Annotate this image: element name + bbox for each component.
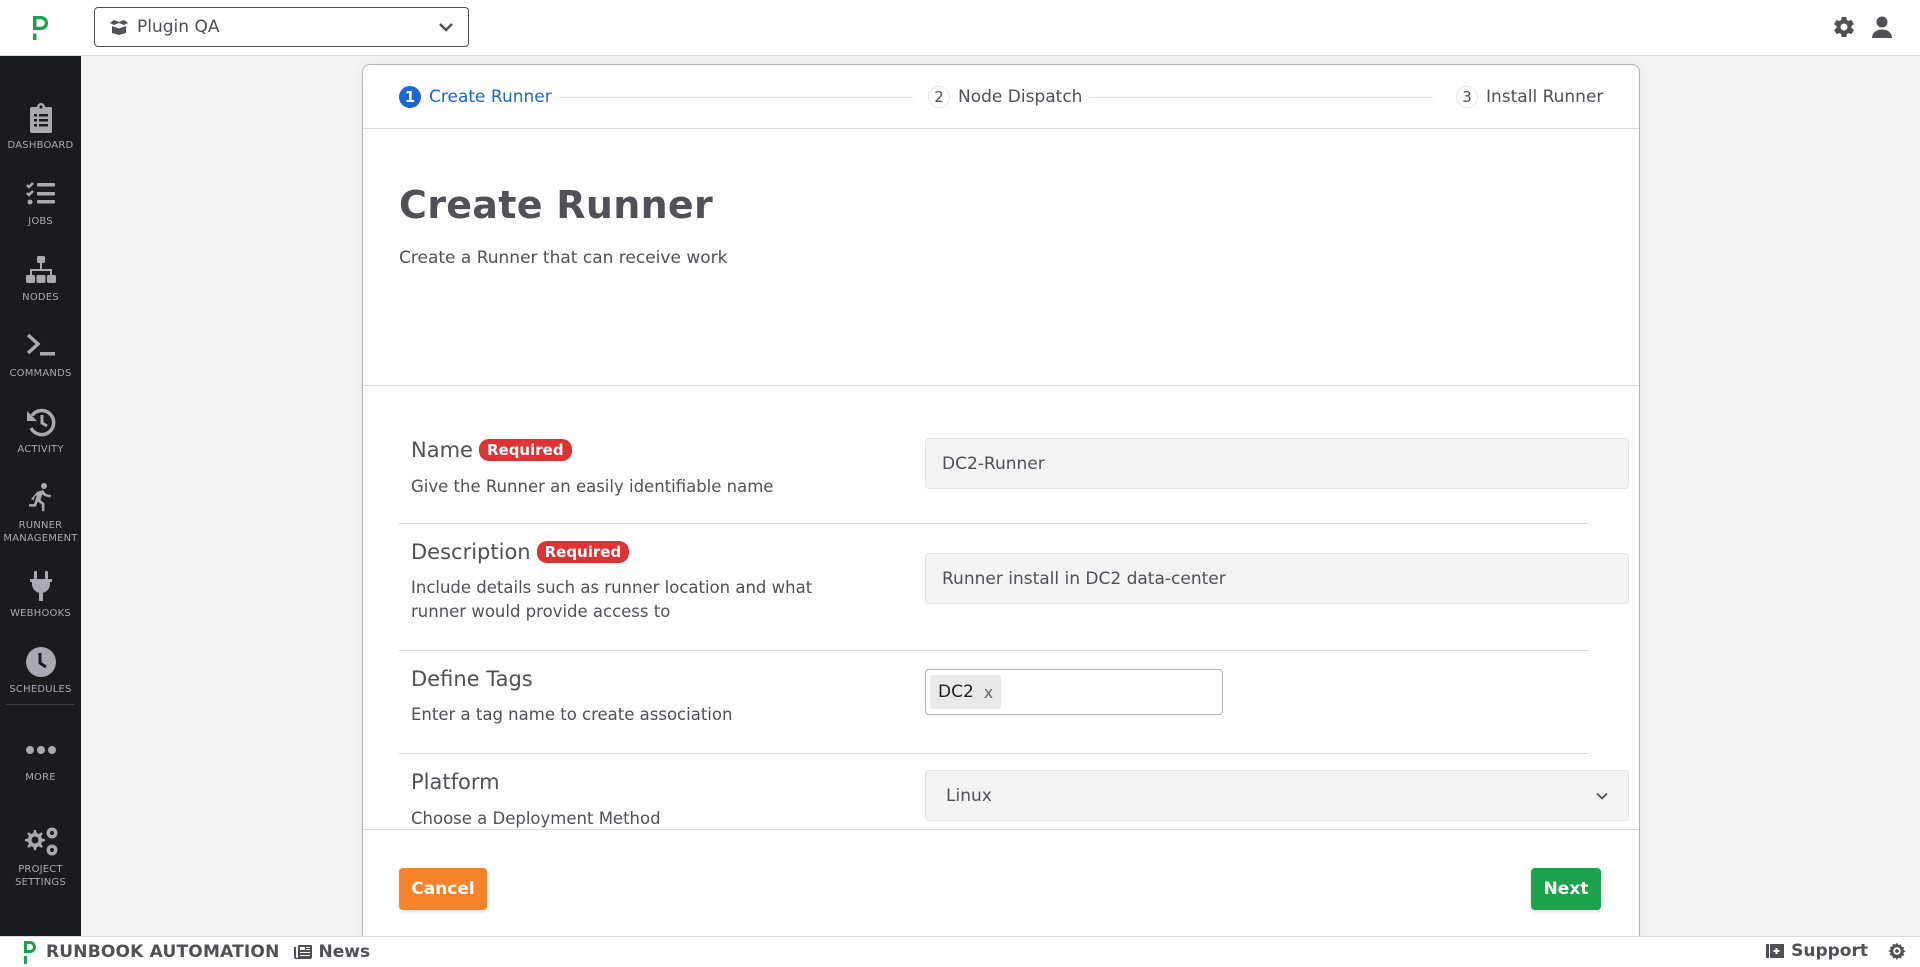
step-create-runner[interactable]: 1 Create Runner <box>399 86 552 108</box>
required-badge: Required <box>536 541 630 563</box>
sidebar-item-more[interactable]: More <box>0 734 81 784</box>
tag-text-input[interactable] <box>1007 677 1218 707</box>
sidebar-item-label: Schedules <box>9 684 72 695</box>
chevron-down-icon <box>439 23 453 32</box>
step-install-runner[interactable]: 3 Install Runner <box>1456 86 1603 108</box>
field-label-description: Description Required <box>411 540 630 564</box>
history-icon <box>26 408 55 437</box>
cancel-button[interactable]: Cancel <box>399 868 487 910</box>
plug-icon <box>29 571 52 601</box>
news-link[interactable]: News <box>293 942 371 962</box>
sidebar-divider <box>6 704 75 705</box>
sidebar-item-project-settings[interactable]: Project Settings <box>0 826 81 889</box>
theme-settings-icon[interactable] <box>1888 942 1906 960</box>
form-row-name: Name Required Give the Runner an easily … <box>399 420 1629 524</box>
sidebar-item-schedules[interactable]: Schedules <box>0 646 81 696</box>
form-row-tags: Define Tags Enter a tag name to create a… <box>399 651 1589 754</box>
cogs-icon <box>24 827 57 856</box>
support-link[interactable]: Support <box>1766 941 1868 961</box>
sidebar-item-jobs[interactable]: Jobs <box>0 178 81 228</box>
sidebar-item-webhooks[interactable]: Webhooks <box>0 570 81 620</box>
news-label: News <box>318 942 371 962</box>
field-help-name: Give the Runner an easily identifiable n… <box>411 477 774 496</box>
project-select-value: Plugin QA <box>137 17 220 37</box>
field-label-text: Name <box>411 438 473 462</box>
sidebar-item-activity[interactable]: Activity <box>0 406 81 456</box>
wizard-stepper: 1 Create Runner 2 Node Dispatch 3 Instal… <box>363 65 1639 129</box>
platform-select[interactable]: Linux <box>925 770 1629 821</box>
step-node-dispatch[interactable]: 2 Node Dispatch <box>928 86 1082 108</box>
create-runner-card: 1 Create Runner 2 Node Dispatch 3 Instal… <box>362 64 1640 944</box>
step-label: Node Dispatch <box>958 87 1083 107</box>
required-badge: Required <box>478 439 572 461</box>
name-input[interactable] <box>925 438 1629 489</box>
tasks-list-icon <box>25 182 55 205</box>
terminal-icon <box>26 333 55 356</box>
pagerduty-logo-icon[interactable] <box>30 15 50 41</box>
step-number: 2 <box>928 86 950 108</box>
sidebar: Dashboard Jobs Nodes Commands <box>0 56 81 936</box>
sidebar-item-label: Project Settings <box>15 864 66 888</box>
field-help-tags: Enter a tag name to create association <box>411 705 733 724</box>
sidebar-item-label: Webhooks <box>10 608 71 619</box>
ellipsis-icon <box>25 746 56 754</box>
form-footer: Cancel Next <box>363 829 1639 945</box>
field-label-platform: Platform <box>411 770 500 794</box>
remove-tag-icon[interactable]: x <box>984 683 993 702</box>
form-row-platform: Platform Choose a Deployment Method Linu… <box>399 754 1629 829</box>
step-number: 3 <box>1456 86 1478 108</box>
tags-input[interactable]: DC2 x <box>925 669 1223 715</box>
sidebar-item-label: Commands <box>9 368 72 379</box>
running-icon <box>28 483 51 512</box>
newspaper-icon <box>293 945 312 959</box>
first-aid-icon <box>1766 944 1785 958</box>
platform-select-value: Linux <box>946 785 992 806</box>
clock-icon <box>25 647 56 677</box>
step-connector <box>559 97 913 98</box>
sidebar-item-label: Runner Management <box>3 520 78 544</box>
support-label: Support <box>1791 941 1868 961</box>
sidebar-item-nodes[interactable]: Nodes <box>0 254 81 304</box>
sidebar-item-label: More <box>25 772 56 783</box>
description-input[interactable] <box>925 553 1629 604</box>
step-label: Install Runner <box>1486 87 1604 107</box>
user-icon[interactable] <box>1870 15 1894 39</box>
field-help-platform: Choose a Deployment Method <box>411 809 661 828</box>
page-title: Create Runner <box>399 183 714 227</box>
field-label-text: Define Tags <box>411 667 533 691</box>
sidebar-item-label: Dashboard <box>7 140 74 151</box>
brand-name: RUNBOOK AUTOMATION <box>46 942 280 962</box>
sitemap-icon <box>25 256 56 283</box>
top-bar: Plugin QA <box>0 0 1920 56</box>
sidebar-item-commands[interactable]: Commands <box>0 330 81 380</box>
field-label-tags: Define Tags <box>411 667 533 691</box>
next-button[interactable]: Next <box>1531 868 1601 910</box>
tag-chip: DC2 x <box>930 675 1002 709</box>
field-label-name: Name Required <box>411 438 572 462</box>
gear-icon[interactable] <box>1832 15 1856 39</box>
form-row-description: Description Required Include details suc… <box>399 524 1629 651</box>
field-label-text: Platform <box>411 770 500 794</box>
chevron-down-icon <box>1596 792 1608 800</box>
tag-chip-label: DC2 <box>938 682 974 702</box>
sidebar-item-runner-management[interactable]: Runner Management <box>0 482 81 545</box>
sidebar-item-label: Activity <box>17 444 64 455</box>
field-help-description: Include details such as runner location … <box>411 578 813 621</box>
step-label: Create Runner <box>429 87 552 107</box>
bottom-bar: RUNBOOK AUTOMATION News Support <box>0 936 1920 967</box>
sidebar-item-dashboard[interactable]: Dashboard <box>0 102 81 152</box>
pagerduty-logo-icon <box>24 941 36 964</box>
step-connector <box>1089 97 1433 98</box>
sidebar-item-label: Jobs <box>28 216 53 227</box>
sidebar-item-label: Nodes <box>22 292 59 303</box>
project-select[interactable]: Plugin QA <box>94 7 469 47</box>
field-label-text: Description <box>411 540 531 564</box>
clipboard-list-icon <box>29 103 52 133</box>
box-open-icon <box>110 20 128 35</box>
step-number: 1 <box>399 86 421 108</box>
page-subtitle: Create a Runner that can receive work <box>399 248 728 268</box>
